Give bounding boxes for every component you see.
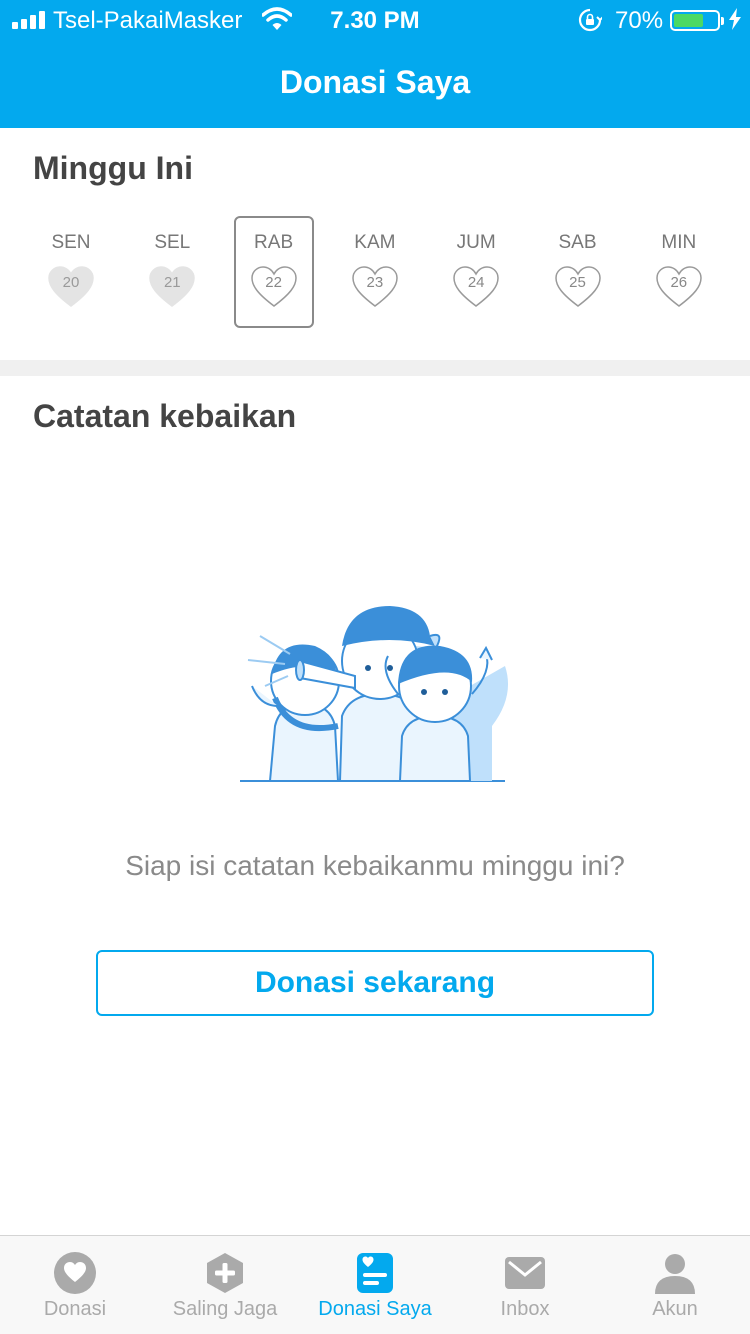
day-sel[interactable]: SEL 21: [132, 216, 212, 328]
plus-hexagon-icon: [207, 1253, 243, 1293]
rotation-lock-icon: [578, 8, 602, 32]
tab-donasi[interactable]: Donasi: [0, 1236, 150, 1334]
donation-note-icon: [357, 1253, 393, 1293]
page-title: Donasi Saya: [279, 64, 471, 100]
cheering-people-illustration: [240, 606, 509, 782]
day-jum[interactable]: JUM 24: [436, 216, 516, 328]
tab-label: Akun: [652, 1298, 698, 1320]
tab-saling-jaga[interactable]: Saling Jaga: [150, 1236, 300, 1334]
status-bar: Tsel-PakaiMasker 7.30 PM 70%: [0, 0, 750, 40]
day-date: 21: [163, 274, 181, 291]
day-date: 26: [670, 274, 688, 291]
day-label: SEL: [154, 232, 191, 253]
week-section-title: Minggu Ini: [33, 150, 193, 186]
battery-level-fill: [674, 14, 704, 27]
tab-donasi-saya[interactable]: Donasi Saya: [300, 1236, 450, 1334]
notes-section-title: Catatan kebaikan: [33, 398, 297, 434]
day-rab[interactable]: RAB 22: [233, 216, 314, 328]
tab-inbox[interactable]: Inbox: [450, 1236, 600, 1334]
empty-state-text: Siap isi catatan kebaikanmu minggu ini?: [125, 850, 625, 881]
day-sab[interactable]: SAB 25: [538, 216, 618, 328]
day-date: 22: [265, 274, 282, 291]
day-label: SAB: [558, 232, 597, 253]
donate-now-button[interactable]: Donasi sekarang: [96, 950, 654, 1016]
day-label: SEN: [51, 232, 91, 253]
day-date: 25: [569, 274, 586, 291]
tab-label: Inbox: [500, 1298, 550, 1320]
tab-label: Donasi: [43, 1298, 107, 1320]
day-sen[interactable]: SEN 20: [31, 216, 111, 328]
battery-icon: [670, 10, 724, 31]
day-label: MIN: [661, 232, 697, 253]
day-kam[interactable]: KAM 23: [335, 216, 415, 328]
week-section: Minggu Ini SEN 20 SEL 21 RAB 22 KAM 23 JUM 24 SAB 2…: [0, 128, 750, 360]
envelope-icon: [505, 1257, 545, 1289]
tab-label: Donasi Saya: [318, 1298, 432, 1320]
day-label: KAM: [354, 232, 396, 253]
tab-label: Saling Jaga: [172, 1298, 278, 1320]
tab-akun[interactable]: Akun: [600, 1236, 750, 1334]
day-label: RAB: [254, 232, 294, 253]
day-date: 24: [467, 274, 485, 291]
section-divider: [0, 360, 750, 376]
battery-percent: 70%: [615, 7, 664, 34]
charging-bolt-icon: [729, 8, 741, 30]
person-icon: [655, 1254, 695, 1294]
day-min[interactable]: MIN 26: [639, 216, 719, 328]
day-date: 20: [62, 274, 80, 291]
kindness-notes-section: Catatan kebaikan Siap isi catatan kebaik…: [0, 376, 750, 1236]
top-bar: Tsel-PakaiMasker 7.30 PM 70% Donasi Saya: [0, 0, 750, 128]
bottom-tab-bar: Donasi Saling Jaga Donasi Saya Inbox Akun: [0, 1235, 750, 1334]
heart-circle-icon: [54, 1252, 96, 1294]
day-date: 23: [366, 274, 384, 291]
week-days-row: SEN 20 SEL 21 RAB 22 KAM 23 JUM 24 SAB 25 MIN 26: [20, 216, 730, 328]
day-label: JUM: [456, 232, 496, 253]
